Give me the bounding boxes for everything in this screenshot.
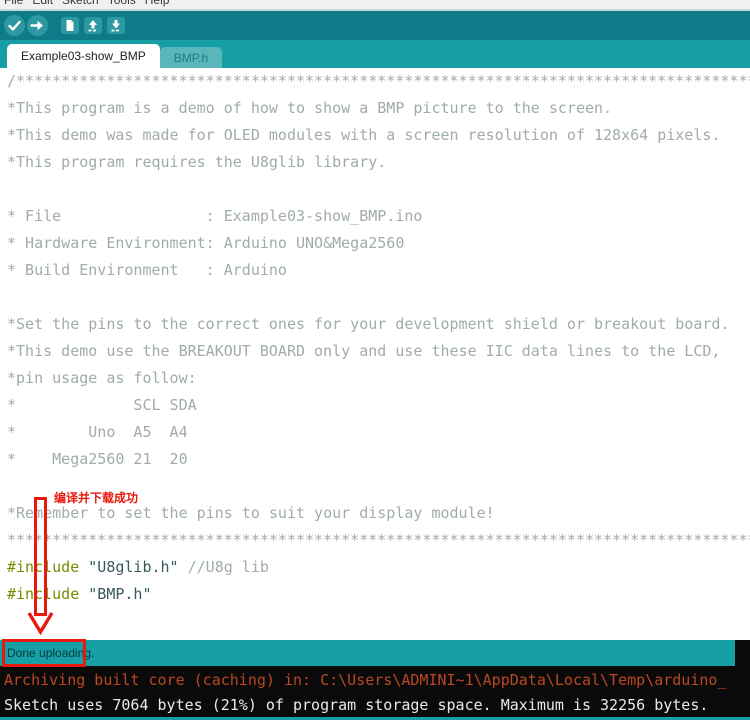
- code-line: * SCL SDA: [0, 392, 750, 419]
- code-line: ****************************************…: [0, 527, 750, 554]
- code-line: *This program is a demo of how to show a…: [0, 95, 750, 122]
- menu-item-file[interactable]: File: [4, 0, 23, 7]
- code-line: *This demo was made for OLED modules wit…: [0, 122, 750, 149]
- document-icon: [61, 22, 79, 37]
- code-line: /***************************************…: [0, 68, 750, 95]
- open-button[interactable]: [84, 17, 102, 34]
- menu-bar: File Edit Sketch Tools Help: [0, 0, 750, 11]
- status-bar: Done uploading.: [0, 640, 750, 666]
- code-line: * File : Example03-show_BMP.ino: [0, 203, 750, 230]
- annotation-arrowhead-icon: [27, 612, 54, 640]
- code-line: *This demo use the BREAKOUT BOARD only a…: [0, 338, 750, 365]
- menu-item-edit[interactable]: Edit: [32, 0, 53, 7]
- console-line: Sketch uses 7064 bytes (21%) of program …: [4, 693, 750, 717]
- up-arrow-icon: [84, 22, 102, 37]
- tab-example03-show_bmp[interactable]: Example03-show_BMP: [7, 44, 160, 68]
- annotation-highlight-box: [2, 639, 86, 667]
- menu-item-help[interactable]: Help: [145, 0, 170, 7]
- console-output[interactable]: Archiving built core (caching) in: C:\Us…: [0, 666, 750, 717]
- code-line: *This program requires the U8glib librar…: [0, 149, 750, 176]
- tab-bar: Example03-show_BMPBMP.h: [0, 40, 750, 68]
- check-icon: [4, 24, 25, 39]
- verify-button[interactable]: [4, 15, 25, 36]
- code-line: * Hardware Environment: Arduino UNO&Mega…: [0, 230, 750, 257]
- annotation-text: 编译并下载成功: [54, 489, 138, 506]
- code-line: *pin usage as follow:: [0, 365, 750, 392]
- code-line: #include "BMP.h": [0, 581, 750, 608]
- code-line: * Uno A5 A4: [0, 419, 750, 446]
- console-line: Archiving built core (caching) in: C:\Us…: [4, 668, 750, 693]
- menu-item-sketch[interactable]: Sketch: [62, 0, 99, 7]
- menu-item-tools[interactable]: Tools: [108, 0, 136, 7]
- upload-button[interactable]: [27, 15, 48, 36]
- annotation-arrow-shaft: [34, 497, 47, 616]
- code-line: *Set the pins to the correct ones for yo…: [0, 311, 750, 338]
- arduino-ide-window: File Edit Sketch Tools Help: [0, 0, 750, 720]
- new-sketch-button[interactable]: [61, 17, 79, 34]
- code-line: #include "U8glib.h" //U8g lib: [0, 554, 750, 581]
- code-line: * Mega2560 21 20: [0, 446, 750, 473]
- down-arrow-icon: [107, 22, 125, 37]
- code-line: [0, 284, 750, 311]
- right-arrow-icon: [27, 24, 48, 39]
- code-line: * Build Environment : Arduino: [0, 257, 750, 284]
- code-editor[interactable]: /***************************************…: [0, 68, 750, 640]
- code-line: [0, 176, 750, 203]
- toolbar: [0, 11, 750, 40]
- save-button[interactable]: [107, 17, 125, 34]
- tab-bmp.h[interactable]: BMP.h: [160, 47, 222, 68]
- status-bar-right-notch: [735, 640, 750, 666]
